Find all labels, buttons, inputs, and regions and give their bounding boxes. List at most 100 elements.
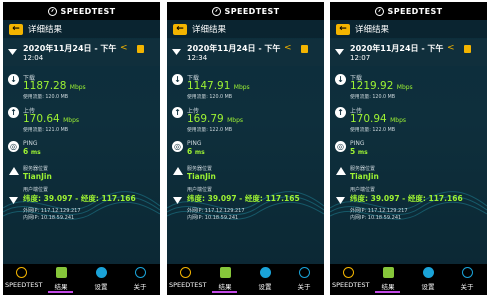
user-coords: 纬度: 39.097 - 经度: 117.166	[350, 194, 463, 203]
user-location-row: 用户端位置 纬度: 39.097 - 经度: 117.166 外网IP: 117…	[3, 186, 160, 232]
internal-ip: 内网IP: 10.18.59.241	[350, 215, 402, 221]
active-tab-indicator	[48, 291, 73, 293]
ping-value: 6 ms	[187, 147, 205, 156]
external-ip: 外网IP: 117.12.129.217	[187, 208, 245, 214]
tab-settings[interactable]: 设置	[249, 267, 281, 293]
active-tab-indicator	[375, 291, 400, 293]
test-date: 2020年11月24日 - 下午	[187, 44, 281, 53]
screen-title: 详细结果	[192, 25, 227, 35]
upload-arrow-icon: ↑	[335, 107, 346, 118]
test-date: 2020年11月24日 - 下午	[350, 44, 444, 53]
server-pin-icon	[9, 167, 19, 175]
user-coords: 纬度: 39.097 - 经度: 117.165	[187, 194, 300, 203]
download-arrow-icon: ↓	[172, 74, 183, 85]
speedometer-icon	[47, 6, 57, 16]
trash-icon[interactable]	[137, 45, 144, 53]
download-usage: 使用流量: 120.0 MB	[187, 95, 233, 100]
app-titlebar: SPEEDTEST	[3, 2, 160, 20]
external-ip: 外网IP: 117.12.129.217	[23, 208, 81, 214]
bottom-tab-bar: SPEEDTEST 结果 设置 关于	[167, 264, 324, 295]
trash-icon[interactable]	[464, 45, 471, 53]
date-box: 2020年11月24日 - 下午 12:07 <	[330, 39, 487, 66]
wifi-icon	[335, 49, 344, 55]
download-row: ↓ 下载 1219.92 Mbps 使用流量: 120.0 MB	[330, 73, 487, 103]
upload-value: 169.79 Mbps	[187, 113, 244, 125]
tab-settings[interactable]: 设置	[412, 267, 444, 293]
tab-speedtest[interactable]: SPEEDTEST	[332, 267, 369, 293]
test-date: 2020年11月24日 - 下午	[23, 44, 117, 53]
share-icon[interactable]: <	[120, 44, 129, 53]
info-icon	[461, 267, 473, 278]
internal-ip: 内网IP: 10.18.59.241	[23, 215, 75, 221]
user-pin-icon	[173, 197, 182, 204]
tab-results[interactable]: 结果	[45, 267, 77, 293]
upload-row: ↑ 上传 170.64 Mbps 使用流量: 121.0 MB	[3, 106, 160, 136]
upload-usage: 使用流量: 122.0 MB	[187, 128, 233, 133]
ping-label: PING	[187, 140, 202, 147]
ping-value: 5 ms	[350, 147, 368, 156]
tab-results[interactable]: 结果	[209, 267, 241, 293]
download-arrow-icon: ↓	[8, 74, 19, 85]
download-value: 1187.28 Mbps	[23, 80, 86, 92]
ping-icon: ◎	[335, 141, 346, 152]
download-row: ↓ 下载 1187.28 Mbps 使用流量: 120.0 MB	[3, 73, 160, 103]
app-title: SPEEDTEST	[224, 6, 280, 16]
result-panel-1: SPEEDTEST ← 详细结果 2020年11月24日 - 下午 12:04 …	[3, 2, 160, 295]
date-box: 2020年11月24日 - 下午 12:04 <	[3, 39, 160, 66]
server-location-label: 服务器位置	[350, 166, 376, 172]
tab-speedtest[interactable]: SPEEDTEST	[169, 267, 206, 293]
app-title: SPEEDTEST	[387, 6, 443, 16]
download-value: 1219.92 Mbps	[350, 80, 413, 92]
upload-arrow-icon: ↑	[172, 107, 183, 118]
download-row: ↓ 下载 1147.91 Mbps 使用流量: 120.0 MB	[167, 73, 324, 103]
upload-usage: 使用流量: 121.0 MB	[23, 128, 69, 133]
tab-settings[interactable]: 设置	[85, 267, 117, 293]
ping-label: PING	[23, 140, 38, 147]
back-arrow-icon[interactable]: ←	[9, 23, 23, 35]
app-titlebar: SPEEDTEST	[167, 2, 324, 20]
results-icon	[219, 267, 231, 278]
speedometer-icon	[211, 6, 221, 16]
tab-about[interactable]: 关于	[288, 267, 320, 293]
ping-icon: ◎	[172, 141, 183, 152]
back-arrow-icon[interactable]: ←	[173, 23, 187, 35]
tab-about[interactable]: 关于	[451, 267, 483, 293]
screen-title: 详细结果	[355, 25, 390, 35]
tab-results[interactable]: 结果	[372, 267, 404, 293]
share-icon[interactable]: <	[284, 44, 293, 53]
external-ip: 外网IP: 117.12.129.217	[350, 208, 408, 214]
screen-header: ← 详细结果	[167, 20, 324, 38]
tab-about[interactable]: 关于	[124, 267, 156, 293]
download-usage: 使用流量: 120.0 MB	[350, 95, 396, 100]
info-icon	[134, 267, 146, 278]
server-pin-icon	[336, 167, 346, 175]
server-location-label: 服务器位置	[23, 166, 49, 172]
wifi-icon	[8, 49, 17, 55]
result-panel-2: SPEEDTEST ← 详细结果 2020年11月24日 - 下午 12:34 …	[167, 2, 324, 295]
speedometer-icon	[374, 6, 384, 16]
upload-value: 170.94 Mbps	[350, 113, 407, 125]
share-icon[interactable]: <	[447, 44, 456, 53]
trash-icon[interactable]	[301, 45, 308, 53]
info-icon	[298, 267, 310, 278]
tab-speedtest[interactable]: SPEEDTEST	[5, 267, 42, 293]
ping-row: ◎ PING 5 ms	[330, 140, 487, 160]
user-pin-icon	[9, 197, 18, 204]
internal-ip: 内网IP: 10.18.59.241	[187, 215, 239, 221]
app-titlebar: SPEEDTEST	[330, 2, 487, 20]
back-arrow-icon[interactable]: ←	[336, 23, 350, 35]
download-value: 1147.91 Mbps	[187, 80, 250, 92]
settings-gear-icon	[422, 267, 434, 278]
settings-gear-icon	[95, 267, 107, 278]
user-location-label: 用户端位置	[187, 187, 213, 193]
user-coords: 纬度: 39.097 - 经度: 117.166	[23, 194, 136, 203]
ping-row: ◎ PING 6 ms	[3, 140, 160, 160]
screen-header: ← 详细结果	[3, 20, 160, 38]
results-icon	[55, 267, 67, 278]
test-time: 12:04	[23, 54, 44, 62]
speedometer-icon	[15, 267, 27, 278]
test-time: 12:34	[187, 54, 208, 62]
download-usage: 使用流量: 120.0 MB	[23, 95, 69, 100]
results-icon	[382, 267, 394, 278]
server-location-label: 服务器位置	[187, 166, 213, 172]
